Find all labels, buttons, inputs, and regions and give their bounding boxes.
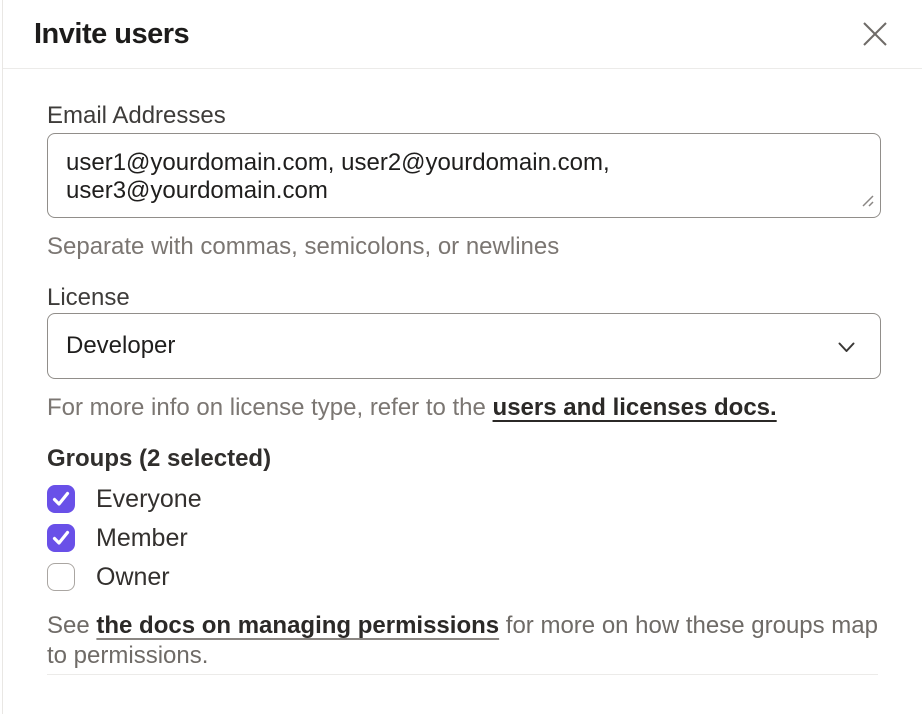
footer-divider [47, 674, 878, 675]
email-addresses-field-wrap: user1@yourdomain.com, user2@yourdomain.c… [47, 133, 878, 218]
group-row-owner[interactable]: Owner [47, 563, 878, 591]
email-helper-text: Separate with commas, semicolons, or new… [47, 233, 878, 261]
close-icon [862, 21, 888, 47]
license-selected-value: Developer [66, 332, 175, 360]
license-helper-prefix: For more info on license type, refer to … [47, 394, 493, 421]
chevron-down-icon [838, 342, 855, 353]
dialog-body: Email Addresses user1@yourdomain.com, us… [3, 69, 922, 714]
groups-footnote: See the docs on managing permissions for… [47, 611, 878, 671]
groups-label: Groups (2 selected) [47, 444, 878, 474]
invite-users-dialog: Invite users Email Addresses user1@yourd… [2, 0, 922, 714]
license-select[interactable]: Developer [47, 313, 881, 379]
dialog-header: Invite users [3, 0, 922, 69]
license-helper-text: For more info on license type, refer to … [47, 394, 878, 422]
checkbox-everyone[interactable] [47, 485, 75, 513]
checkbox-owner[interactable] [47, 563, 75, 591]
group-checkbox-list: Everyone Member [47, 485, 878, 591]
managing-permissions-docs-link[interactable]: the docs on managing permissions [96, 612, 499, 639]
resize-handle-icon[interactable] [861, 194, 874, 212]
users-licenses-docs-link[interactable]: users and licenses docs. [493, 394, 777, 421]
group-row-everyone[interactable]: Everyone [47, 485, 878, 513]
group-label: Owner [96, 563, 170, 591]
footnote-prefix: See [47, 612, 96, 639]
checkbox-member[interactable] [47, 524, 75, 552]
close-button[interactable] [860, 19, 890, 49]
group-label: Everyone [96, 485, 202, 513]
email-addresses-input[interactable]: user1@yourdomain.com, user2@yourdomain.c… [47, 133, 881, 218]
group-label: Member [96, 524, 188, 552]
group-row-member[interactable]: Member [47, 524, 878, 552]
license-label: License [47, 283, 878, 313]
email-addresses-label: Email Addresses [47, 101, 878, 131]
dialog-title: Invite users [34, 18, 189, 51]
